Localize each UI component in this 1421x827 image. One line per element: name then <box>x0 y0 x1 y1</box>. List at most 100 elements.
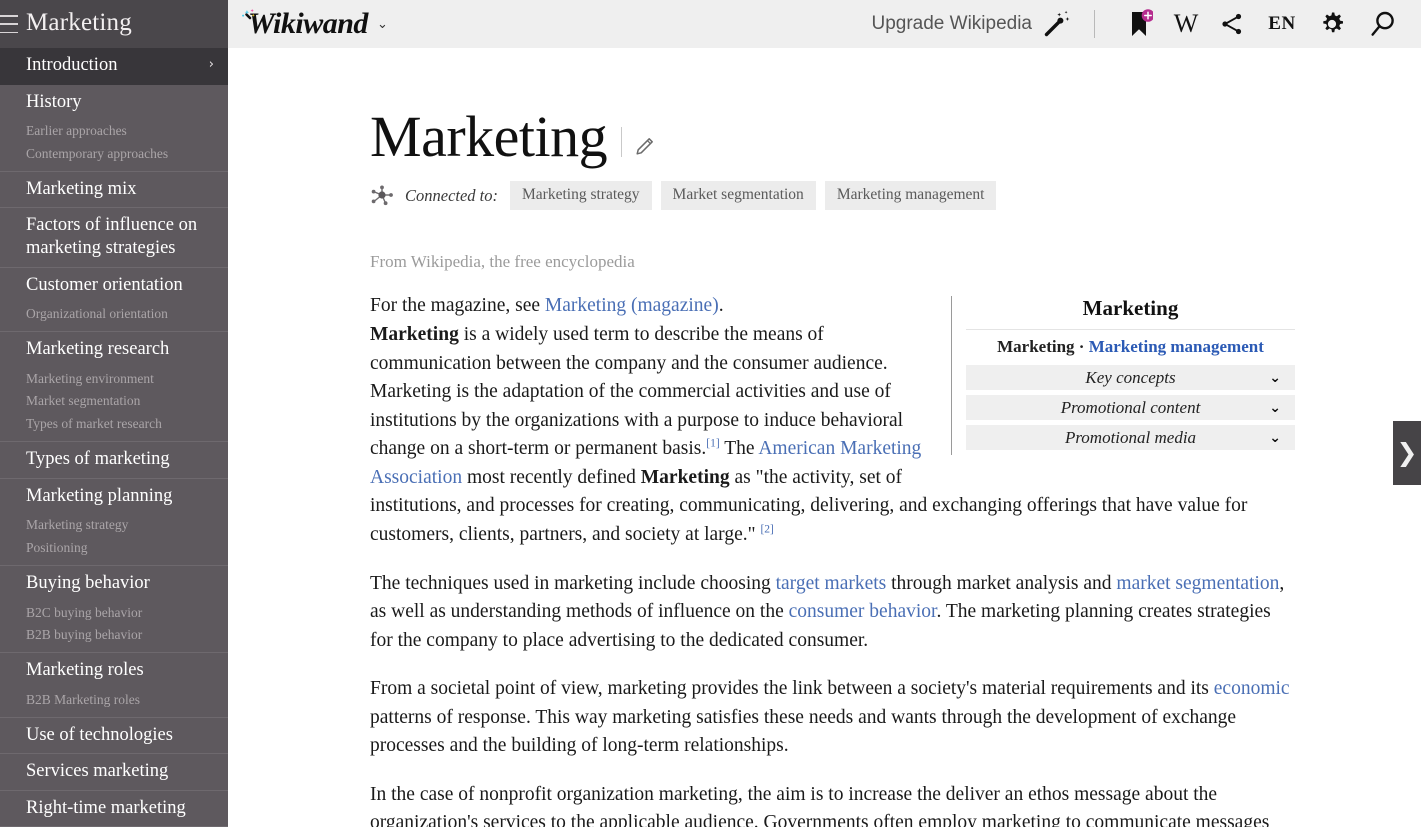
chevron-down-icon[interactable]: ⌄ <box>377 17 388 32</box>
sidebar-item-marketing-research[interactable]: Marketing research <box>0 332 228 368</box>
wikipedia-w-icon: W <box>1173 9 1199 38</box>
upgrade-wikipedia-button[interactable]: Upgrade Wikipedia <box>871 9 1072 39</box>
open-side-panel-tab[interactable]: ❯ <box>1393 421 1421 485</box>
chevron-down-icon: ⌄ <box>1269 399 1281 416</box>
page-title: Marketing <box>370 104 608 169</box>
link-economic[interactable]: economic <box>1214 678 1290 699</box>
sidebar-title: Marketing <box>26 9 132 36</box>
graph-node-icon <box>370 184 396 208</box>
sidebar-item-label: Services marketing <box>26 761 169 782</box>
sidebar-item-buying-behavior[interactable]: Buying behavior <box>0 566 228 602</box>
link-target-markets[interactable]: target markets <box>776 573 887 594</box>
infobox-subtitle-plain: Marketing · <box>997 337 1089 357</box>
paragraph-3: From a societal point of view, marketing… <box>370 675 1295 761</box>
hatnote-link[interactable]: Marketing (magazine) <box>545 295 719 316</box>
sidebar-subitem-positioning[interactable]: Positioning <box>0 537 228 565</box>
sidebar-group: Factors of influence on marketing strate… <box>0 208 228 268</box>
sidebar-item-label: Use of technologies <box>26 724 173 745</box>
chevron-right-icon: › <box>208 57 214 73</box>
bookmark-button[interactable] <box>1117 0 1163 48</box>
language-button[interactable]: EN <box>1255 0 1309 48</box>
chevron-down-icon: ⌄ <box>1269 429 1281 446</box>
infobox-row[interactable]: Key concepts ⌄ <box>966 365 1295 391</box>
sidebar-item-label: Buying behavior <box>26 572 150 593</box>
sidebar-group: Buying behavior B2C buying behavior B2B bu… <box>0 566 228 654</box>
reference-1[interactable]: [1] <box>706 438 719 450</box>
sidebar-item-types-of-marketing[interactable]: Types of marketing <box>0 442 228 478</box>
sidebar-group: Marketing roles B2B Marketing roles <box>0 653 228 718</box>
sidebar-subitem-earlier-approaches[interactable]: Earlier approaches <box>0 120 228 143</box>
hatnote-suffix: . <box>718 295 724 317</box>
toolbar-divider <box>1094 10 1095 38</box>
chevron-down-icon: ⌄ <box>1269 369 1281 386</box>
sidebar-item-label: Marketing mix <box>26 178 137 199</box>
share-button[interactable] <box>1209 0 1255 48</box>
sidebar-item-use-of-technologies[interactable]: Use of technologies <box>0 718 228 754</box>
sidebar-group: Customer orientation Organizational orien… <box>0 268 228 332</box>
search-icon <box>1371 11 1394 36</box>
infobox-row[interactable]: Promotional media ⌄ <box>966 425 1295 451</box>
sidebar: Marketing Introduction › History Earlier ap… <box>0 0 228 827</box>
sidebar-item-label: Factors of influence on marketing strate… <box>26 215 198 258</box>
sidebar-subitem-b2b-marketing-roles[interactable]: B2B Marketing roles <box>0 689 228 717</box>
sidebar-group: Marketing research Marketing environment M… <box>0 332 228 443</box>
sidebar-subitem-types-of-market-research[interactable]: Types of market research <box>0 413 228 441</box>
chevron-right-icon: ❯ <box>1396 439 1418 467</box>
sidebar-item-marketing-roles[interactable]: Marketing roles <box>0 653 228 689</box>
wikiwand-logo-text: Wikiwand <box>248 7 368 40</box>
p1-text-c: most recently defined <box>462 466 641 488</box>
sidebar-item-marketing-planning[interactable]: Marketing planning <box>0 479 228 515</box>
sidebar-item-label: Marketing roles <box>26 660 144 681</box>
connected-pill[interactable]: Marketing management <box>824 181 997 211</box>
sidebar-item-services-marketing[interactable]: Services marketing <box>0 754 228 790</box>
connected-pill[interactable]: Marketing strategy <box>510 181 652 211</box>
infobox-rows: Key concepts ⌄ Promotional content ⌄ Promoti… <box>966 365 1295 451</box>
sidebar-subitem-marketing-environment[interactable]: Marketing environment <box>0 368 228 391</box>
sidebar-header: Marketing <box>0 0 228 48</box>
upgrade-wikipedia-label: Upgrade Wikipedia <box>871 13 1032 34</box>
p1-bold-marketing: Marketing <box>370 324 459 346</box>
top-bar: Wikiwand ⌄ Upgrade Wikipedia W EN <box>228 0 1421 48</box>
reference-2[interactable]: [2] <box>760 523 773 536</box>
share-icon <box>1222 13 1242 35</box>
sidebar-item-introduction[interactable]: Introduction › <box>0 48 228 84</box>
hatnote-prefix: For the magazine, see <box>370 295 545 317</box>
sidebar-group: Services marketing <box>0 754 228 791</box>
sidebar-subitem-contemporary-approaches[interactable]: Contemporary approaches <box>0 143 228 171</box>
infobox-row[interactable]: Promotional content ⌄ <box>966 395 1295 421</box>
wikipedia-button[interactable]: W <box>1163 0 1209 48</box>
sidebar-subitem-b2c-buying-behavior[interactable]: B2C buying behavior <box>0 602 228 625</box>
sidebar-subitem-organizational-orientation[interactable]: Organizational orientation <box>0 303 228 331</box>
sidebar-item-label: Marketing planning <box>26 485 173 506</box>
settings-button[interactable] <box>1309 0 1355 48</box>
sidebar-item-label: Types of marketing <box>26 449 170 470</box>
title-row: Marketing <box>370 106 1295 167</box>
sidebar-item-right-time-marketing[interactable]: Right-time marketing <box>0 791 228 827</box>
infobox-title: Marketing <box>966 296 1295 331</box>
sidebar-subitem-market-segmentation[interactable]: Market segmentation <box>0 390 228 413</box>
prose-container: Marketing Marketing · Marketing manageme… <box>370 292 1295 827</box>
sidebar-subitem-marketing-strategy[interactable]: Marketing strategy <box>0 514 228 537</box>
connected-to-row: Connected to: Marketing strategy Market s… <box>370 181 1295 211</box>
edit-button[interactable] <box>634 135 656 157</box>
sidebar-group: Marketing planning Marketing strategy Posi… <box>0 479 228 566</box>
link-consumer-behavior[interactable]: consumer behavior <box>789 601 937 622</box>
magic-wand-icon <box>1042 9 1072 39</box>
sidebar-item-customer-orientation[interactable]: Customer orientation <box>0 268 228 304</box>
hamburger-icon[interactable] <box>0 15 18 33</box>
sidebar-item-history[interactable]: History <box>0 85 228 121</box>
sidebar-group: Marketing mix <box>0 172 228 209</box>
search-button[interactable] <box>1355 0 1411 48</box>
sidebar-item-label: History <box>26 91 82 112</box>
infobox-subtitle-link[interactable]: Marketing management <box>1089 337 1264 356</box>
connected-pill[interactable]: Market segmentation <box>660 181 816 211</box>
sidebar-item-factors-of-influence-on-marketing-strategies[interactable]: Factors of influence on marketing strate… <box>0 208 228 266</box>
link-market-segmentation[interactable]: market segmentation <box>1116 573 1279 594</box>
p1-text-b: The <box>719 438 759 460</box>
sidebar-subitem-b2b-buying-behavior[interactable]: B2B buying behavior <box>0 624 228 652</box>
sidebar-group: Use of technologies <box>0 718 228 755</box>
connected-to-label: Connected to: <box>405 185 499 205</box>
wikiwand-logo[interactable]: Wikiwand ⌄ <box>238 7 388 41</box>
sidebar-item-marketing-mix[interactable]: Marketing mix <box>0 172 228 208</box>
connected-pill-list: Marketing strategy Market segmentation Mar… <box>510 181 1005 211</box>
